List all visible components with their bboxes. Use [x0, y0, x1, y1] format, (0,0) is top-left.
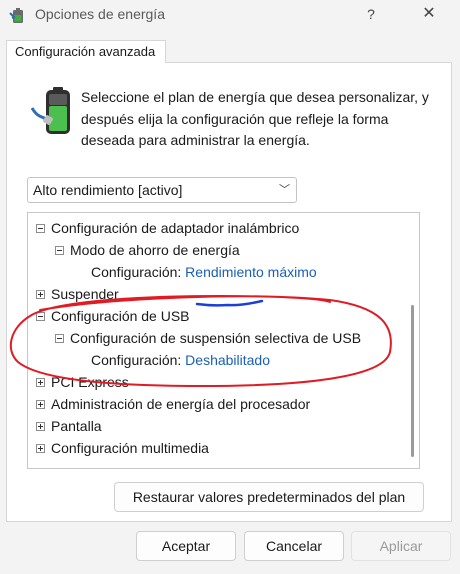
tree-item-power-saving-mode[interactable]: Modo de ahorro de energía [55, 240, 240, 261]
apply-button[interactable]: Aplicar [351, 531, 451, 561]
tree-item-setting-usb[interactable]: Configuración: Deshabilitado [91, 350, 270, 371]
expand-icon[interactable] [36, 422, 45, 431]
chevron-down-icon: ﹀ [279, 184, 290, 196]
cancel-button[interactable]: Cancelar [244, 531, 344, 561]
collapse-icon[interactable] [55, 246, 64, 255]
expand-icon[interactable] [36, 290, 45, 299]
tree-scrollbar[interactable] [411, 305, 414, 457]
tree-item-label: Pantalla [51, 418, 102, 434]
close-button[interactable]: ✕ [414, 0, 444, 28]
intro-text: Seleccione el plan de energía que desea … [81, 89, 429, 148]
tab-advanced-settings[interactable]: Configuración avanzada [6, 40, 166, 63]
tree-item-sleep[interactable]: Suspender [36, 284, 119, 305]
tree-item-usb-settings[interactable]: Configuración de USB [36, 306, 190, 327]
tree-item-label: Configuración de adaptador inalámbrico [51, 220, 300, 236]
setting-label: Configuración: [91, 264, 182, 280]
setting-label: Configuración: [91, 352, 182, 368]
collapse-icon[interactable] [36, 224, 45, 233]
tree-item-label: Suspender [51, 286, 119, 302]
setting-value-link[interactable]: Deshabilitado [185, 352, 270, 368]
expand-icon[interactable] [36, 400, 45, 409]
tree-item-pci-express[interactable]: PCI Express [36, 372, 129, 393]
setting-value-link[interactable]: Rendimiento máximo [185, 264, 317, 280]
tree-item-setting-wireless[interactable]: Configuración: Rendimiento máximo [91, 262, 317, 283]
tree-item-label: Configuración de suspensión selectiva de… [70, 330, 362, 346]
tree-item-multimedia[interactable]: Configuración multimedia [36, 438, 209, 459]
battery-plug-icon [30, 87, 70, 134]
tree-item-display[interactable]: Pantalla [36, 416, 102, 437]
power-plan-select-value: Alto rendimiento [activo] [33, 182, 183, 198]
tree-item-wireless-adapter[interactable]: Configuración de adaptador inalámbrico [36, 218, 299, 239]
expand-icon[interactable] [36, 444, 45, 453]
title-bar: Opciones de energía ? ✕ [0, 0, 460, 30]
restore-defaults-button[interactable]: Restaurar valores predeterminados del pl… [114, 482, 424, 512]
collapse-icon[interactable] [55, 334, 64, 343]
tree-item-label: Configuración multimedia [51, 440, 209, 456]
tree-item-label: PCI Express [51, 374, 129, 390]
tree-item-processor-power[interactable]: Administración de energía del procesador [36, 394, 310, 415]
collapse-icon[interactable] [36, 312, 45, 321]
accept-button[interactable]: Aceptar [136, 531, 236, 561]
tree-item-usb-selective-suspend[interactable]: Configuración de suspensión selectiva de… [55, 328, 361, 349]
tree-item-label: Administración de energía del procesador [51, 396, 311, 412]
tree-item-label: Configuración de USB [51, 308, 190, 324]
window-title: Opciones de energía [35, 6, 165, 22]
settings-tree[interactable]: Configuración de adaptador inalámbrico M… [27, 212, 420, 469]
power-plan-select[interactable]: Alto rendimiento [activo] ﹀ [27, 177, 297, 203]
power-options-icon [9, 8, 23, 23]
help-button[interactable]: ? [356, 0, 386, 28]
expand-icon[interactable] [36, 378, 45, 387]
tree-item-label: Modo de ahorro de energía [70, 242, 240, 258]
